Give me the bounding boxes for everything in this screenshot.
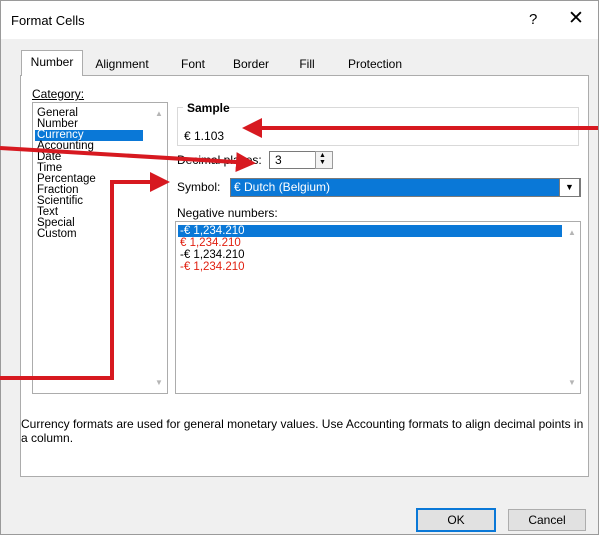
tab-number[interactable]: Number (21, 50, 83, 76)
decimal-places-label: Decimal places: (177, 153, 262, 167)
negative-number-item[interactable]: -€ 1,234.210 (178, 261, 247, 273)
scroll-down-arrow-icon[interactable]: ▼ (155, 378, 163, 387)
negative-numbers-label: Negative numbers: (177, 206, 278, 220)
negative-number-item[interactable]: € 1,234.210 (178, 237, 243, 249)
sample-group-box (177, 107, 579, 146)
category-label: Category: (32, 87, 85, 101)
tab-alignment[interactable]: Alignment (87, 53, 157, 75)
sample-value: € 1.103 (184, 129, 225, 143)
negative-numbers-list[interactable]: -€ 1,234.210 € 1,234.210 -€ 1,234.210 -€… (175, 221, 581, 394)
symbol-value: € Dutch (Belgium) (234, 180, 331, 194)
tab-protection[interactable]: Protection (339, 53, 411, 75)
dialog-title: Format Cells (11, 13, 85, 28)
decimal-places-value: 3 (275, 153, 282, 167)
decimal-places-input[interactable]: 3 (269, 151, 317, 169)
format-description: Currency formats are used for general mo… (21, 417, 584, 445)
category-scrollbar[interactable]: ▲ ▼ (151, 103, 167, 393)
tab-border[interactable]: Border (226, 53, 276, 75)
scroll-up-arrow-icon[interactable]: ▲ (568, 228, 576, 237)
chevron-down-icon[interactable]: ▼ (559, 178, 580, 197)
format-cells-dialog: Format Cells ? ✕ Number Alignment Font B… (0, 0, 599, 535)
decimal-places-stepper[interactable]: ▲ ▼ (315, 151, 333, 169)
negative-number-item[interactable]: -€ 1,234.210 (178, 225, 562, 237)
symbol-dropdown[interactable]: € Dutch (Belgium) (230, 178, 581, 197)
close-icon[interactable]: ✕ (563, 8, 589, 30)
help-button[interactable]: ? (529, 11, 537, 28)
scroll-up-arrow-icon[interactable]: ▲ (155, 109, 163, 118)
tab-font[interactable]: Font (173, 53, 213, 75)
category-list[interactable]: General Number Currency Accounting Date … (32, 102, 168, 394)
negative-number-item[interactable]: -€ 1,234.210 (178, 249, 247, 261)
cancel-button[interactable]: Cancel (508, 509, 586, 531)
scroll-down-arrow-icon[interactable]: ▼ (568, 378, 576, 387)
stepper-down-icon[interactable]: ▼ (319, 159, 326, 166)
title-bar: Format Cells ? ✕ (1, 1, 598, 39)
symbol-label: Symbol: (177, 180, 221, 194)
sample-label: Sample (187, 101, 230, 115)
tab-fill[interactable]: Fill (292, 53, 322, 75)
category-item-custom[interactable]: Custom (35, 228, 79, 240)
stepper-up-icon[interactable]: ▲ (319, 152, 326, 159)
ok-button[interactable]: OK (416, 508, 496, 532)
negative-numbers-scrollbar[interactable]: ▲ ▼ (564, 222, 580, 393)
